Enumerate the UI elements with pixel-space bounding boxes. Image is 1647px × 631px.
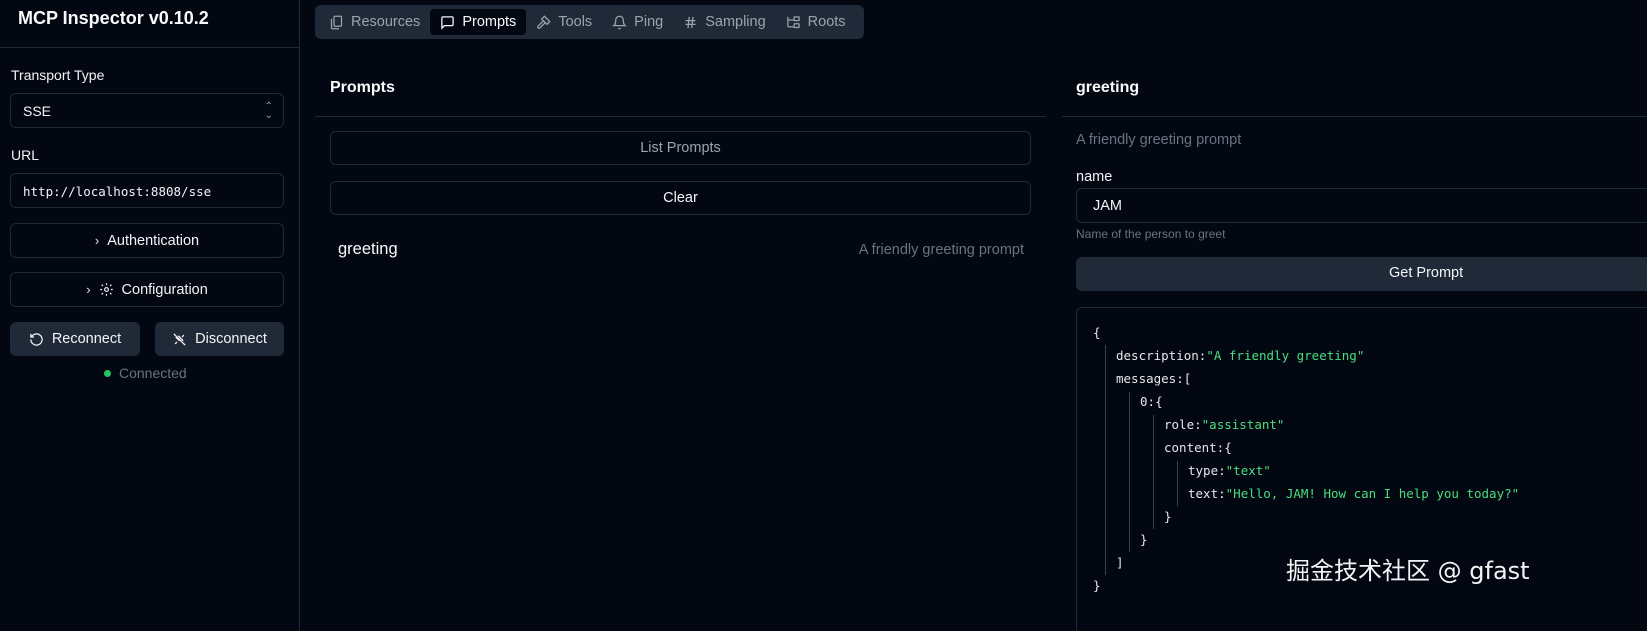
json-line: type:"text"	[1188, 463, 1271, 478]
tab-bar: Resources Prompts Tools Ping Sampling Ro…	[315, 5, 864, 39]
gear-icon	[99, 283, 113, 296]
status-dot	[104, 369, 111, 377]
prompts-panel-divider	[315, 116, 1046, 117]
tab-label: Roots	[807, 14, 846, 30]
authentication-label: Authentication	[107, 232, 200, 249]
name-argument-value: JAM	[1093, 198, 1122, 214]
json-indent-guide	[1129, 392, 1130, 552]
chevron-right-icon: ›	[94, 233, 100, 248]
configuration-toggle[interactable]: › Configuration	[10, 272, 284, 307]
chevrons-up-down-icon: ⌃ ⌄	[264, 101, 273, 121]
json-indent-guide	[1177, 461, 1178, 506]
tab-label: Tools	[558, 14, 593, 30]
tab-label: Resources	[351, 14, 421, 30]
app-title: MCP Inspector v0.10.2	[18, 8, 209, 28]
argument-label: name	[1076, 169, 1113, 185]
json-indent-guide	[1105, 345, 1106, 575]
json-line: role:"assistant"	[1164, 417, 1285, 432]
files-icon	[330, 15, 343, 29]
tab-label: Sampling	[705, 14, 766, 30]
url-label: URL	[11, 147, 40, 163]
url-input[interactable]: http://localhost:8808/sse	[10, 173, 284, 208]
configuration-label: Configuration	[121, 281, 208, 298]
argument-help-text: Name of the person to greet	[1076, 227, 1226, 241]
bell-icon	[612, 15, 628, 29]
folder-tree-icon	[786, 15, 800, 28]
tab-prompts[interactable]: Prompts	[430, 9, 527, 35]
authentication-toggle[interactable]: › Authentication	[10, 223, 284, 258]
prompt-list-item[interactable]: greeting A friendly greeting prompt	[338, 240, 1024, 259]
json-line: 0:{	[1140, 394, 1163, 409]
get-prompt-button[interactable]: Get Prompt	[1076, 257, 1647, 291]
json-line: ]	[1116, 555, 1124, 570]
clear-button[interactable]: Clear	[330, 181, 1031, 215]
sidebar-divider	[0, 47, 299, 48]
tab-label: Ping	[634, 14, 664, 30]
list-prompts-button[interactable]: List Prompts	[330, 131, 1031, 165]
tab-ping[interactable]: Ping	[602, 9, 673, 35]
tab-roots[interactable]: Roots	[776, 9, 856, 35]
transport-type-value: SSE	[23, 103, 52, 119]
message-square-icon	[441, 15, 455, 30]
watermark: 掘金技术社区 @ gfast	[1286, 557, 1530, 585]
reconnect-button[interactable]: Reconnect	[10, 322, 140, 356]
hash-icon	[685, 16, 696, 28]
url-value: http://localhost:8808/sse	[23, 184, 212, 199]
json-line: text:"Hello, JAM! How can I help you tod…	[1188, 486, 1520, 501]
unplug-icon	[173, 332, 186, 346]
tab-resources[interactable]: Resources	[319, 9, 430, 35]
rotate-ccw-icon	[30, 332, 43, 346]
tab-tools[interactable]: Tools	[526, 9, 602, 35]
json-indent-guide	[1153, 415, 1154, 529]
chevron-right-icon: ›	[86, 282, 91, 297]
sidebar: MCP Inspector v0.10.2 Transport Type SSE…	[0, 0, 300, 631]
json-line: }	[1140, 532, 1148, 547]
disconnect-button[interactable]: Disconnect	[155, 322, 284, 356]
name-argument-input[interactable]: JAM	[1076, 188, 1647, 223]
detail-description: A friendly greeting prompt	[1076, 132, 1242, 148]
detail-panel-divider	[1062, 116, 1647, 117]
prompt-name: greeting	[338, 240, 398, 258]
disconnect-label: Disconnect	[195, 331, 267, 347]
json-line: description:"A friendly greeting"	[1116, 348, 1365, 363]
json-line: content:{	[1164, 440, 1232, 455]
hammer-icon	[537, 14, 551, 29]
prompt-description: A friendly greeting prompt	[858, 241, 1024, 258]
json-line: }	[1093, 578, 1101, 593]
reconnect-label: Reconnect	[51, 331, 122, 347]
connection-status: Connected	[104, 365, 187, 381]
prompts-panel-title: Prompts	[330, 79, 395, 96]
get-prompt-label: Get Prompt	[1389, 265, 1464, 281]
tab-label: Prompts	[462, 14, 517, 30]
tab-sampling[interactable]: Sampling	[673, 9, 775, 35]
json-line: messages:[	[1116, 371, 1192, 386]
transport-type-select[interactable]: SSE ⌃ ⌄	[10, 93, 284, 128]
transport-type-label: Transport Type	[11, 67, 105, 83]
json-line: }	[1164, 509, 1172, 524]
json-line: {	[1093, 325, 1101, 340]
detail-panel-title: greeting	[1076, 79, 1140, 96]
status-text: Connected	[119, 365, 187, 381]
